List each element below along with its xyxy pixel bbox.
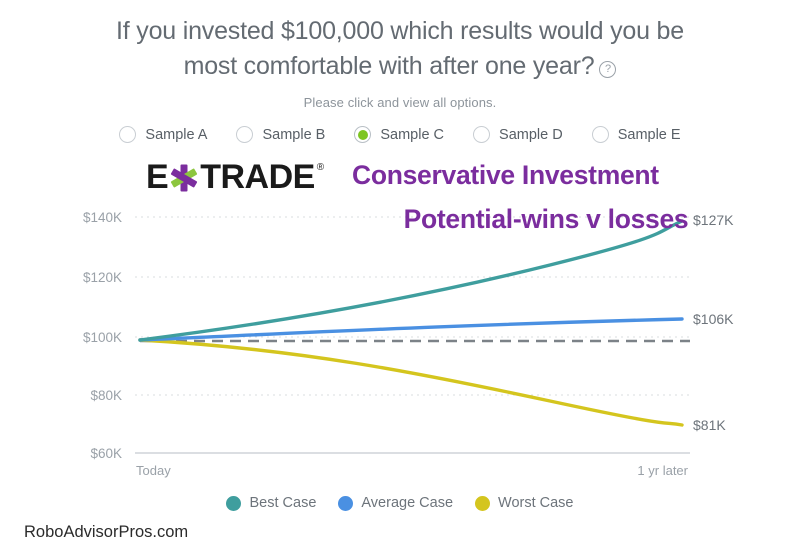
- radio-icon: [119, 126, 137, 143]
- legend-label: Best Case: [249, 495, 317, 511]
- radio-label: Sample D: [499, 126, 563, 143]
- legend-item-average-case[interactable]: Average Case: [338, 495, 453, 511]
- chart-legend: Best Case Average Case Worst Case: [0, 495, 800, 511]
- radio-label: Sample B: [262, 126, 326, 143]
- legend-swatch-icon: [475, 495, 491, 511]
- legend-label: Worst Case: [498, 495, 574, 511]
- radio-option-sample-b[interactable]: Sample B: [236, 126, 325, 143]
- y-tick-label: $100K: [83, 330, 122, 345]
- chart-end-labels: $127K $106K $81K: [693, 212, 734, 433]
- legend-item-worst-case[interactable]: Worst Case: [475, 495, 574, 511]
- subtitle: Please click and view all options.: [303, 95, 497, 110]
- radio-option-sample-d[interactable]: Sample D: [473, 126, 563, 143]
- etrade-logo: E TRADE ®: [146, 158, 324, 197]
- chart-x-axis: Today 1 yr later: [136, 463, 689, 478]
- series-line-worst-case: [138, 338, 684, 427]
- radio-label: Sample E: [617, 126, 681, 143]
- page-title-line2: most comfortable with after one year?: [183, 52, 595, 80]
- x-tick-label-end: 1 yr later: [637, 463, 688, 478]
- y-tick-label: $80K: [90, 388, 122, 403]
- annotation-line2: Potential-wins v losses: [403, 204, 689, 234]
- chart-y-axis: $140K $120K $100K $80K $60K: [83, 210, 122, 461]
- end-label-average-case: $106K: [693, 311, 734, 327]
- logo-text-trade: TRADE: [200, 158, 315, 196]
- radio-label: Sample A: [145, 126, 208, 143]
- annotation-overlay: Conservative Investment Potential-wins v…: [352, 153, 752, 241]
- y-tick-label: $120K: [83, 270, 122, 285]
- end-label-worst-case: $81K: [693, 417, 726, 433]
- sample-selector: Sample A Sample B Sample C Sample D Samp…: [0, 126, 800, 143]
- logo-text-e: E: [146, 158, 169, 196]
- radio-option-sample-e[interactable]: Sample E: [591, 126, 681, 143]
- registered-mark-icon: ®: [316, 162, 325, 173]
- legend-swatch-icon: [226, 495, 242, 511]
- asterisk-icon: [169, 163, 199, 193]
- y-tick-label: $60K: [90, 446, 122, 461]
- legend-swatch-icon: [338, 495, 354, 511]
- watermark: RoboAdvisorPros.com: [24, 523, 189, 541]
- radio-icon-selected: [354, 126, 372, 143]
- radio-option-sample-a[interactable]: Sample A: [119, 126, 207, 143]
- y-tick-label: $140K: [83, 210, 122, 225]
- x-tick-label-start: Today: [136, 463, 171, 478]
- header: If you invested $100,000 which results w…: [0, 0, 800, 110]
- radio-label: Sample C: [380, 126, 445, 143]
- page-title-line1: If you invested $100,000 which results w…: [116, 17, 684, 45]
- radio-option-sample-c[interactable]: Sample C: [354, 126, 444, 143]
- legend-item-best-case[interactable]: Best Case: [226, 495, 316, 511]
- radio-icon: [236, 126, 254, 143]
- annotation-line1: Conservative Investment: [352, 160, 659, 190]
- projection-chart: $140K $120K $100K $80K $60K $127K $106K …: [0, 153, 800, 493]
- help-icon[interactable]: ?: [599, 61, 617, 78]
- radio-icon: [591, 126, 609, 143]
- radio-icon: [473, 126, 491, 143]
- legend-label: Average Case: [361, 495, 454, 511]
- page-title: If you invested $100,000 which results w…: [80, 14, 720, 84]
